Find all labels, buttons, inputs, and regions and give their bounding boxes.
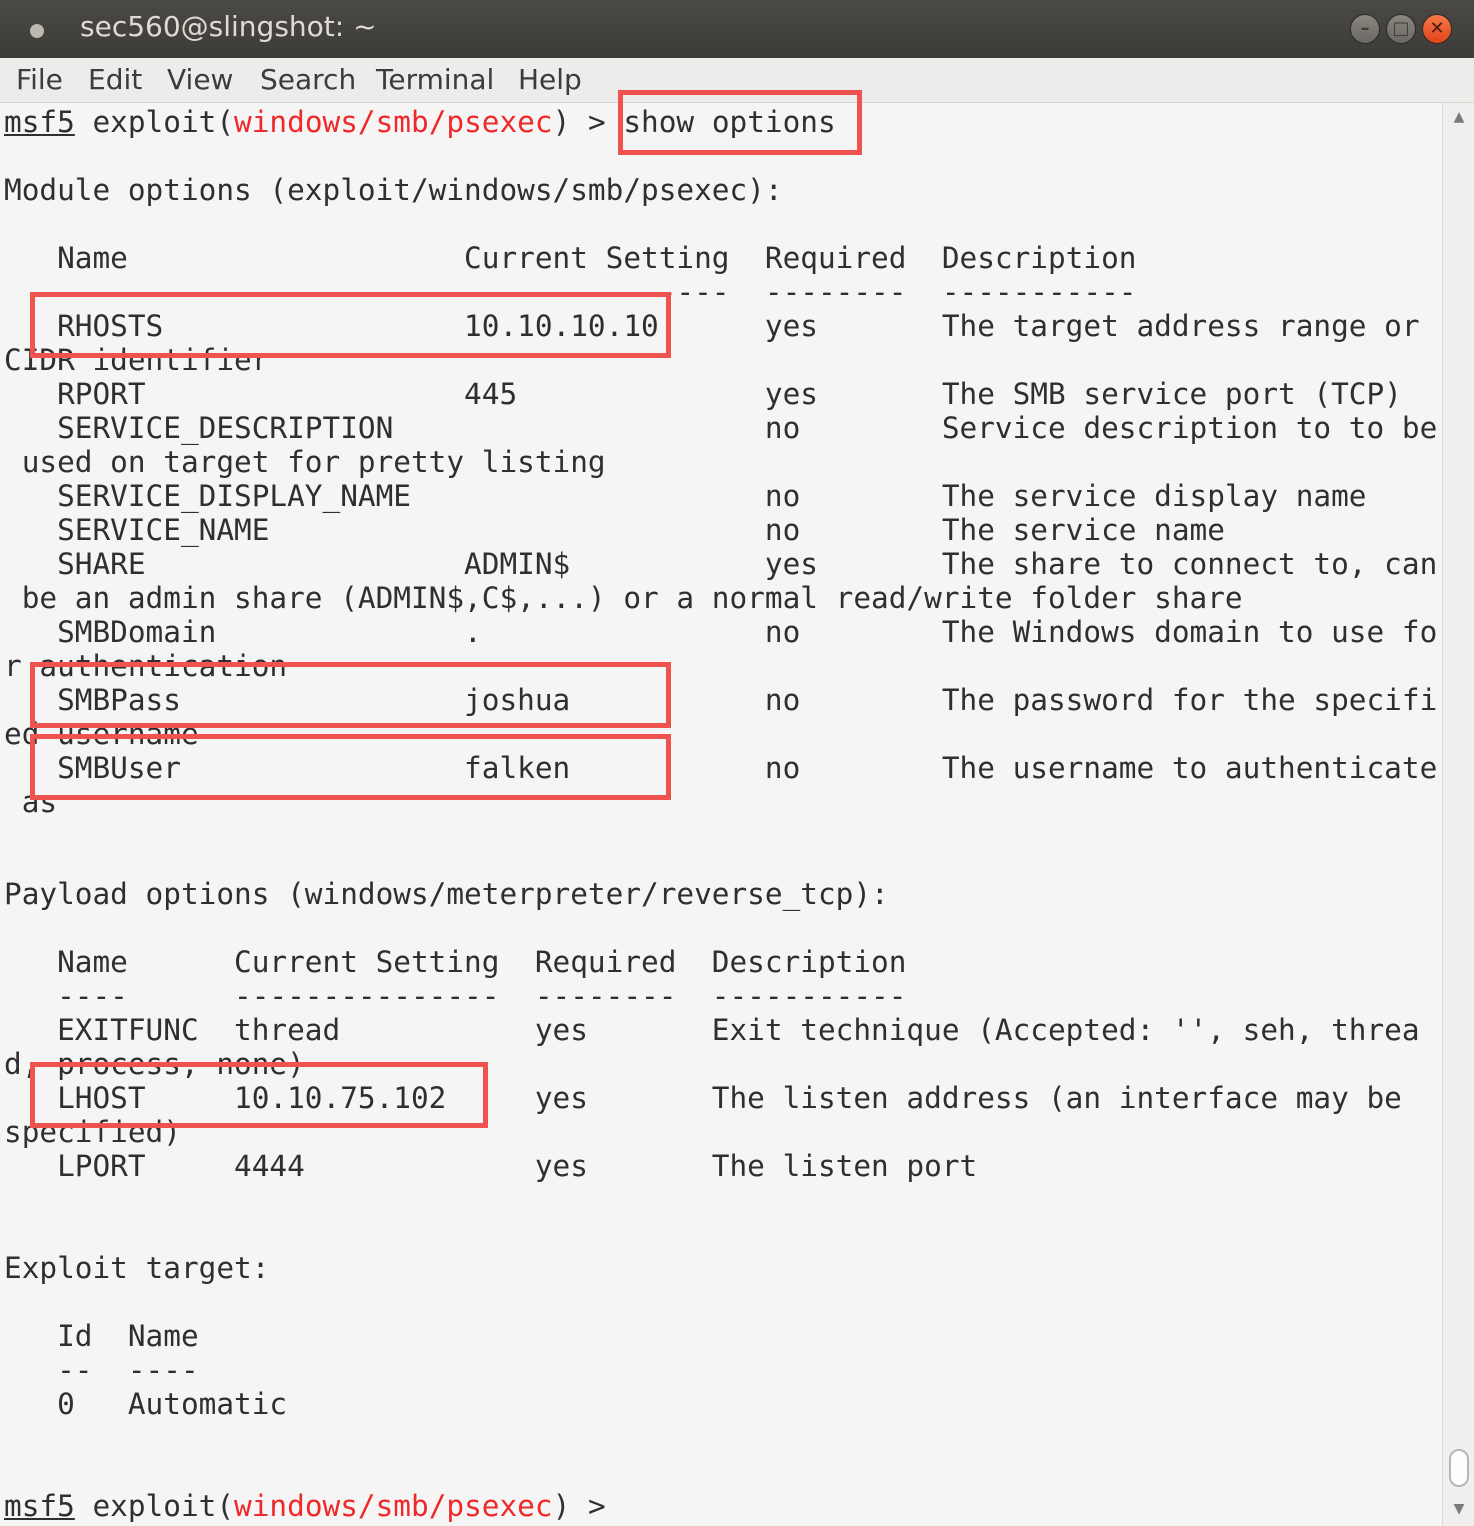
close-button[interactable]: ✕ [1422, 14, 1452, 44]
minimize-button[interactable]: – [1350, 14, 1380, 44]
terminal-output[interactable]: msf5 exploit(windows/smb/psexec) > show … [0, 90, 1442, 1526]
prompt-end: ) > [552, 1489, 624, 1523]
terminal-window: sec560@slingshot: ~ – □ ✕ File Edit View… [0, 0, 1474, 1526]
module-row-share: SHARE ADMIN$ yes The share to connect to… [4, 547, 1438, 581]
module-row-share-wrap: be an admin share (ADMIN$,C$,...) or a n… [4, 581, 1243, 615]
window-menu-icon[interactable] [30, 24, 44, 38]
close-icon: ✕ [1429, 18, 1445, 39]
prompt-msf: msf5 [4, 1489, 75, 1523]
module-table-header: Name Current Setting Required Descriptio… [4, 241, 1137, 275]
target-table-header: Id Name [4, 1319, 199, 1353]
highlight-lhost [30, 1062, 488, 1128]
scroll-up-icon[interactable]: ▲ [1443, 109, 1474, 125]
payload-options-header: Payload options (windows/meterpreter/rev… [4, 877, 889, 911]
payload-row-exitfunc: EXITFUNC thread yes Exit technique (Acce… [4, 1013, 1420, 1047]
module-options-header: Module options (exploit/windows/smb/psex… [4, 173, 783, 207]
scrollbar-thumb[interactable] [1449, 1449, 1469, 1487]
menu-search[interactable]: Search [260, 63, 356, 96]
prompt-end: ) > [552, 105, 624, 139]
module-row-rport: RPORT 445 yes The SMB service port (TCP) [4, 377, 1402, 411]
module-row-service-display-name: SERVICE_DISPLAY_NAME no The service disp… [4, 479, 1367, 513]
module-row-service-description: SERVICE_DESCRIPTION no Service descripti… [4, 411, 1438, 445]
menu-file[interactable]: File [16, 63, 63, 96]
scrollbar[interactable]: ▲ ▼ [1442, 103, 1474, 1526]
menu-terminal[interactable]: Terminal [376, 63, 494, 96]
maximize-button[interactable]: □ [1386, 14, 1416, 44]
scroll-down-icon[interactable]: ▼ [1443, 1501, 1474, 1517]
payload-table-rule: ---- --------------- -------- ----------… [4, 979, 907, 1013]
prompt-line-current[interactable]: msf5 exploit(windows/smb/psexec) > [4, 1489, 623, 1523]
exploit-target-header: Exploit target: [4, 1251, 270, 1285]
module-row-service-description-wrap: used on target for pretty listing [4, 445, 606, 479]
prompt-exploit: exploit( [74, 1489, 235, 1523]
module-row-smbdomain: SMBDomain . no The Windows domain to use… [4, 615, 1438, 649]
highlight-smbpass [30, 662, 671, 728]
module-row-service-name: SERVICE_NAME no The service name [4, 513, 1225, 547]
minimize-icon: – [1360, 18, 1370, 39]
prompt-exploit: exploit( [74, 105, 235, 139]
highlight-show-options [618, 90, 862, 155]
payload-row-lport: LPORT 4444 yes The listen port [4, 1149, 978, 1183]
menu-help[interactable]: Help [518, 63, 582, 96]
target-table-rule: -- ---- [4, 1353, 199, 1387]
window-title: sec560@slingshot: ~ [80, 10, 377, 43]
maximize-icon: □ [1392, 18, 1410, 39]
menu-view[interactable]: View [167, 63, 233, 96]
target-row-automatic: 0 Automatic [4, 1387, 288, 1421]
prompt-module: windows/smb/psexec [234, 105, 553, 139]
payload-table-header: Name Current Setting Required Descriptio… [4, 945, 907, 979]
highlight-rhosts [30, 292, 671, 358]
prompt-module: windows/smb/psexec [234, 1489, 553, 1523]
title-bar[interactable]: sec560@slingshot: ~ – □ ✕ [0, 0, 1474, 58]
prompt-msf: msf5 [4, 105, 75, 139]
highlight-smbuser [30, 734, 671, 800]
menu-edit[interactable]: Edit [88, 63, 142, 96]
